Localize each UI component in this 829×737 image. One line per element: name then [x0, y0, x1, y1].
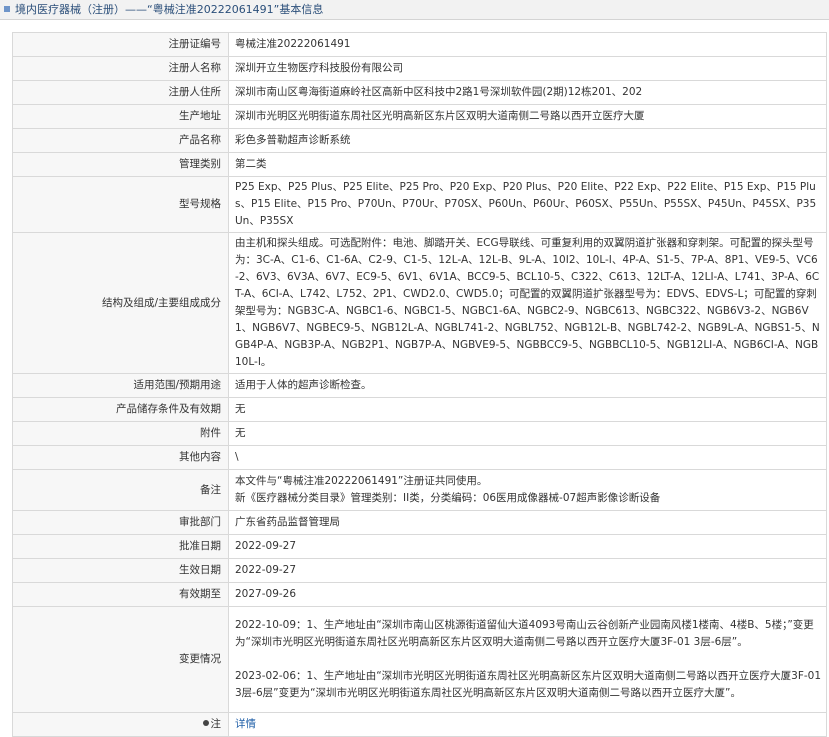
change-entry: 2022-10-09：1、生产地址由“深圳市南山区桃源街道留仙大道4093号南山… — [235, 619, 814, 648]
table-row: 结构及组成/主要组成成分 由主机和探头组成。可选配附件：电池、脚踏开关、ECG导… — [12, 232, 827, 374]
row-label: 产品名称 — [12, 128, 229, 153]
row-label: 附件 — [12, 421, 229, 446]
table-row: 生效日期 2022-09-27 — [12, 558, 827, 583]
table-row: 产品储存条件及有效期 无 — [12, 397, 827, 422]
row-value: 2022-09-27 — [228, 534, 827, 559]
row-label: 管理类别 — [12, 152, 229, 177]
row-value: 2022-09-27 — [228, 558, 827, 583]
table-row: 型号规格 P25 Exp、P25 Plus、P25 Elite、P25 Pro、… — [12, 176, 827, 233]
row-label: 审批部门 — [12, 510, 229, 535]
table-row: 注册证编号 粤械注准20222061491 — [12, 32, 827, 57]
table-row: 变更情况 2022-10-09：1、生产地址由“深圳市南山区桃源街道留仙大道40… — [12, 606, 827, 713]
details-link[interactable]: 详情 — [235, 718, 256, 730]
table-row: 批准日期 2022-09-27 — [12, 534, 827, 559]
table-row: 有效期至 2027-09-26 — [12, 582, 827, 607]
square-bullet-icon — [4, 6, 10, 12]
row-value: 2027-09-26 — [228, 582, 827, 607]
row-value: 第二类 — [228, 152, 827, 177]
row-value: 广东省药品监督管理局 — [228, 510, 827, 535]
table-row: 其他内容 \ — [12, 445, 827, 470]
row-value: 彩色多普勒超声诊断系统 — [228, 128, 827, 153]
row-label: 注 — [12, 712, 229, 737]
page-title: 境内医疗器械（注册）——“粤械注准20222061491”基本信息 — [15, 3, 324, 16]
row-value: 深圳市光明区光明街道东周社区光明高新区东片区双明大道南侧二号路以西开立医疗大厦 — [228, 104, 827, 129]
row-value: 由主机和探头组成。可选配附件：电池、脚踏开关、ECG导联线、可重复利用的双翼阴道… — [228, 232, 827, 374]
row-value: 深圳市南山区粤海街道麻岭社区高新中区科技中2路1号深圳软件园(2期)12栋201… — [228, 80, 827, 105]
row-label: 结构及组成/主要组成成分 — [12, 232, 229, 374]
page-header: 境内医疗器械（注册）——“粤械注准20222061491”基本信息 — [0, 0, 829, 20]
table-row: 注册人名称 深圳开立生物医疗科技股份有限公司 — [12, 56, 827, 81]
row-value: 详情 — [228, 712, 827, 737]
table-row: 注 详情 — [12, 712, 827, 737]
table-row: 备注 本文件与“粤械注准20222061491”注册证共同使用。 新《医疗器械分… — [12, 469, 827, 511]
row-label: 适用范围/预期用途 — [12, 373, 229, 398]
row-value: 深圳开立生物医疗科技股份有限公司 — [228, 56, 827, 81]
info-table: 注册证编号 粤械注准20222061491 注册人名称 深圳开立生物医疗科技股份… — [12, 32, 827, 737]
note-label: 注 — [210, 718, 222, 730]
table-row: 管理类别 第二类 — [12, 152, 827, 177]
row-value: \ — [228, 445, 827, 470]
table-row: 审批部门 广东省药品监督管理局 — [12, 510, 827, 535]
row-value: 粤械注准20222061491 — [228, 32, 827, 57]
note-icon — [202, 720, 209, 726]
row-value: P25 Exp、P25 Plus、P25 Elite、P25 Pro、P20 E… — [228, 176, 827, 233]
change-entry: 2023-02-06：1、生产地址由“深圳市光明区光明街道东周社区光明高新区东片… — [235, 670, 822, 699]
row-label: 其他内容 — [12, 445, 229, 470]
table-row: 附件 无 — [12, 421, 827, 446]
row-label: 有效期至 — [12, 582, 229, 607]
row-label: 型号规格 — [12, 176, 229, 233]
remark-line: 新《医疗器械分类目录》管理类别：II类，分类编码：06医用成像器械-07超声影像… — [235, 492, 661, 504]
row-value: 2022-10-09：1、生产地址由“深圳市南山区桃源街道留仙大道4093号南山… — [228, 606, 827, 713]
row-label: 生产地址 — [12, 104, 229, 129]
row-label: 注册证编号 — [12, 32, 229, 57]
row-value: 无 — [228, 421, 827, 446]
row-label: 生效日期 — [12, 558, 229, 583]
row-value: 适用于人体的超声诊断检查。 — [228, 373, 827, 398]
row-label: 备注 — [12, 469, 229, 511]
row-label: 产品储存条件及有效期 — [12, 397, 229, 422]
row-value: 本文件与“粤械注准20222061491”注册证共同使用。 新《医疗器械分类目录… — [228, 469, 827, 511]
table-row: 产品名称 彩色多普勒超声诊断系统 — [12, 128, 827, 153]
row-value: 无 — [228, 397, 827, 422]
row-label: 批准日期 — [12, 534, 229, 559]
table-row: 适用范围/预期用途 适用于人体的超声诊断检查。 — [12, 373, 827, 398]
row-label: 注册人住所 — [12, 80, 229, 105]
remark-line: 本文件与“粤械注准20222061491”注册证共同使用。 — [235, 475, 488, 487]
table-row: 生产地址 深圳市光明区光明街道东周社区光明高新区东片区双明大道南侧二号路以西开立… — [12, 104, 827, 129]
table-row: 注册人住所 深圳市南山区粤海街道麻岭社区高新中区科技中2路1号深圳软件园(2期)… — [12, 80, 827, 105]
row-label: 注册人名称 — [12, 56, 229, 81]
row-label: 变更情况 — [12, 606, 229, 713]
